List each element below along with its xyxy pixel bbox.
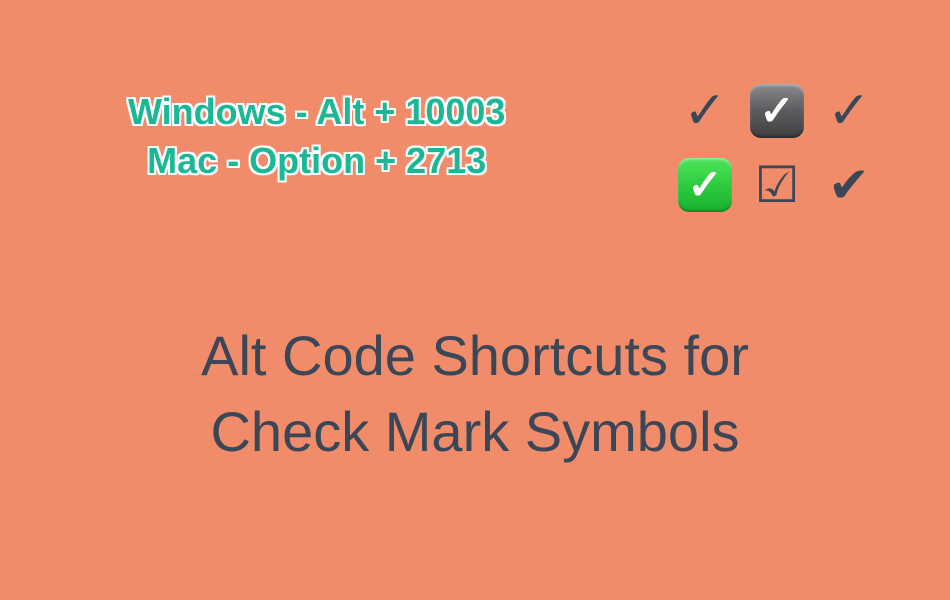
page-title: Alt Code Shortcuts for Check Mark Symbol… [0, 318, 950, 469]
windows-shortcut: Windows - Alt + 10003 [128, 88, 505, 137]
heavy-check-mark-icon: ✔ [818, 154, 880, 216]
ballot-box-with-check-icon: ☑ [746, 154, 808, 216]
title-line-2: Check Mark Symbols [0, 394, 950, 470]
title-line-1: Alt Code Shortcuts for [0, 318, 950, 394]
check-mark-icon: ✓ [818, 80, 880, 142]
check-symbols-grid: ✓ ✓ ✓ ✓ ☑ ✔ [672, 78, 882, 218]
check-mark-icon: ✓ [674, 80, 736, 142]
mac-shortcut: Mac - Option + 2713 [128, 137, 505, 186]
check-mark-button-green-icon: ✓ [674, 154, 736, 216]
white-heavy-check-mark-box-icon: ✓ [746, 80, 808, 142]
keyboard-shortcuts: Windows - Alt + 10003 Mac - Option + 271… [128, 88, 505, 185]
